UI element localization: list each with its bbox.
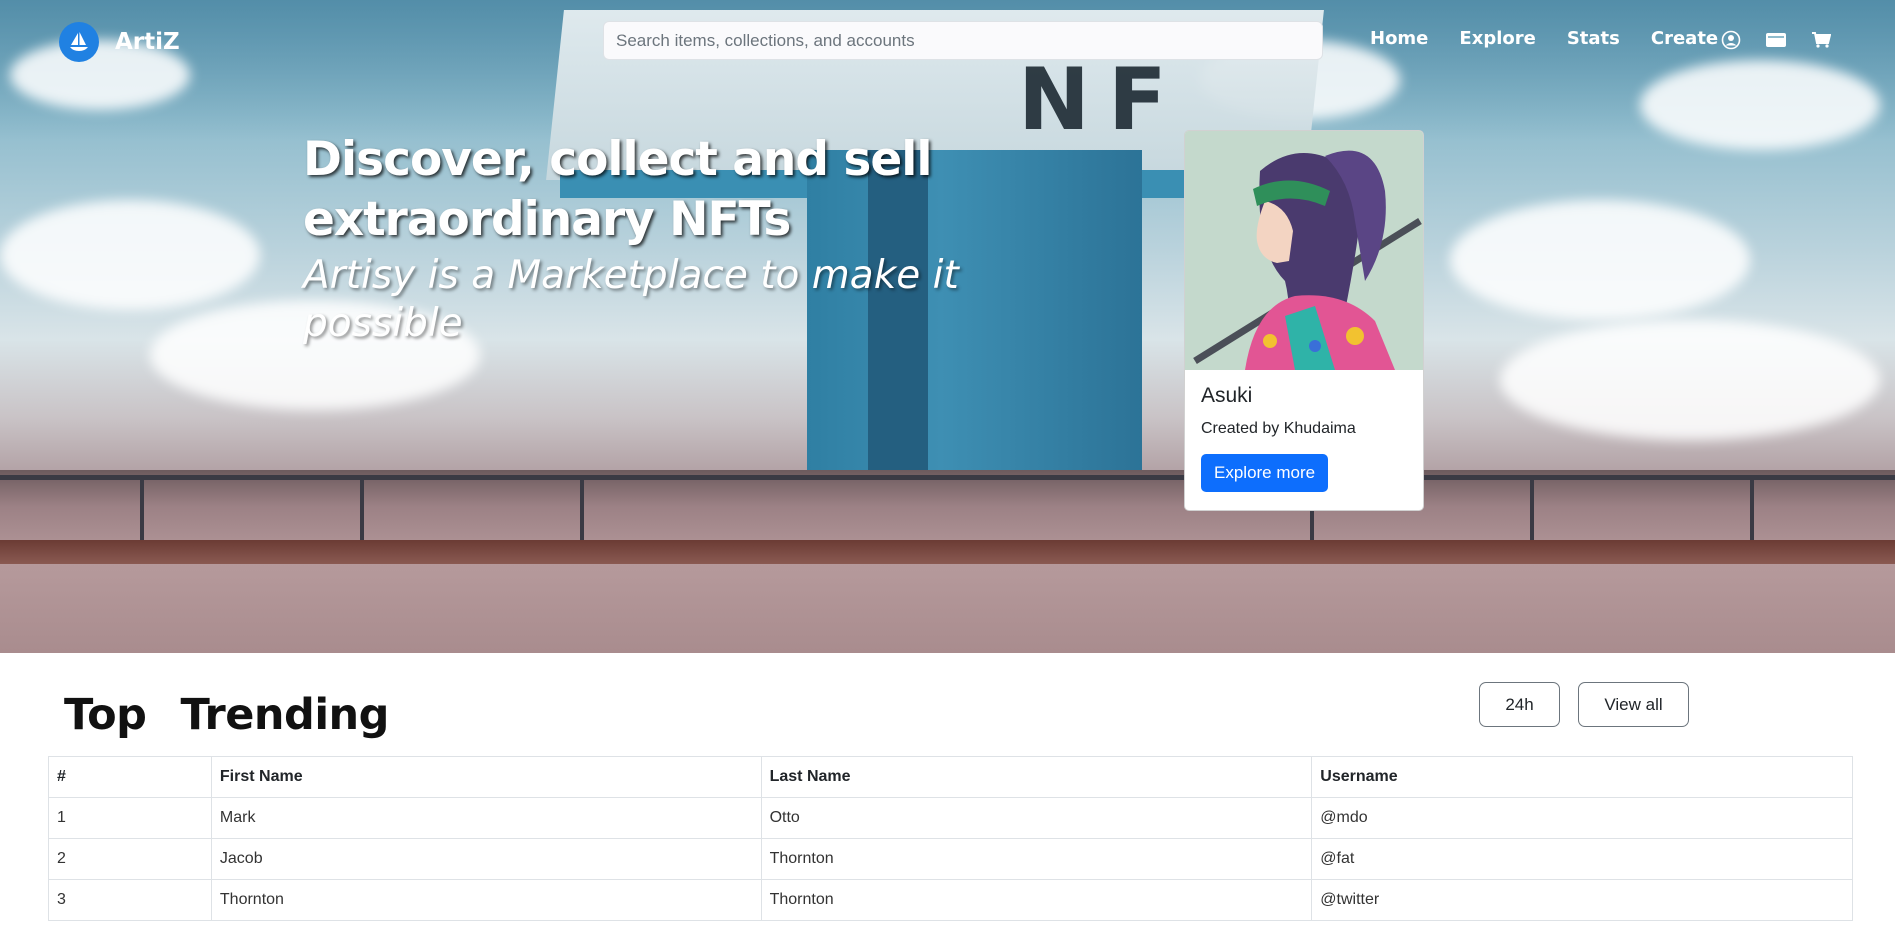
- card-title: Asuki: [1201, 384, 1253, 407]
- table-cell: Thornton: [210, 879, 762, 921]
- column-header: Username: [1311, 756, 1853, 798]
- brand-link[interactable]: ArtiZ: [59, 22, 180, 62]
- time-filter-button[interactable]: 24h: [1479, 682, 1560, 727]
- trending-table: # First Name Last Name Username 1 Mark O…: [48, 756, 1853, 921]
- featured-nft-card: Asuki Created by Khudaima Explore more: [1184, 130, 1424, 511]
- table-cell: Thornton: [760, 879, 1313, 921]
- sailboat-logo-icon: [59, 22, 99, 62]
- table-cell: @mdo: [1311, 797, 1853, 839]
- view-all-button[interactable]: View all: [1578, 682, 1689, 727]
- top-navbar: ArtiZ Home Explore Stats Create: [0, 0, 1895, 80]
- column-header: Last Name: [760, 756, 1313, 798]
- trending-table-wrapper: # First Name Last Name Username 1 Mark O…: [48, 756, 1853, 921]
- table-header-row: # First Name Last Name Username: [48, 756, 1853, 798]
- table-cell: @fat: [1311, 838, 1853, 880]
- search-input[interactable]: [603, 21, 1323, 60]
- table-row[interactable]: 1 Mark Otto @mdo: [48, 797, 1853, 839]
- table-cell: 3: [48, 879, 212, 921]
- card-body: Asuki Created by Khudaima Explore more: [1185, 370, 1423, 506]
- railing-post: [140, 475, 144, 545]
- column-header: First Name: [210, 756, 762, 798]
- nav-link-create[interactable]: Create: [1651, 28, 1718, 49]
- table-cell: Thornton: [760, 838, 1313, 880]
- section-title-word: Top: [64, 690, 147, 740]
- railing-post: [1530, 475, 1534, 545]
- explore-more-button[interactable]: Explore more: [1201, 454, 1329, 492]
- table-row[interactable]: 2 Jacob Thornton @fat: [48, 838, 1853, 880]
- section-title-word: Trending: [180, 690, 389, 740]
- cart-icon[interactable]: [1810, 29, 1832, 51]
- hero-cloud: [1450, 200, 1750, 320]
- nav-link-home[interactable]: Home: [1370, 28, 1428, 49]
- nft-artwork-image: [1185, 131, 1423, 370]
- card-creator: Created by Khudaima: [1201, 420, 1356, 437]
- nav-links: Home Explore Stats Create: [1370, 28, 1718, 49]
- table-cell: 2: [48, 838, 212, 880]
- table-cell: 1: [48, 797, 212, 839]
- nav-link-explore[interactable]: Explore: [1459, 28, 1535, 49]
- hero-cloud: [1500, 320, 1880, 440]
- rooftop-ledge: [0, 540, 1895, 564]
- wallet-icon[interactable]: [1765, 29, 1787, 51]
- railing-post: [1750, 475, 1754, 545]
- table-cell: Jacob: [210, 838, 762, 880]
- railing-post: [360, 475, 364, 545]
- hero-cloud: [0, 200, 260, 310]
- table-cell: Mark: [210, 797, 762, 839]
- nav-link-stats[interactable]: Stats: [1567, 28, 1620, 49]
- table-row[interactable]: 3 Thornton Thornton @twitter: [48, 879, 1853, 921]
- hero-title: Discover, collect and sell extraordinary…: [303, 132, 932, 247]
- account-circle-icon[interactable]: [1720, 29, 1742, 51]
- railing-post: [580, 475, 584, 545]
- hero-subtitle: Artisy is a Marketplace to make it possi…: [303, 253, 959, 346]
- brand-name: ArtiZ: [115, 29, 180, 55]
- railing: [0, 475, 1895, 480]
- section-title: Top Trending: [64, 690, 389, 740]
- column-header: #: [48, 756, 212, 798]
- nav-icons: [1720, 29, 1832, 51]
- table-cell: @twitter: [1311, 879, 1853, 921]
- table-cell: Otto: [760, 797, 1313, 839]
